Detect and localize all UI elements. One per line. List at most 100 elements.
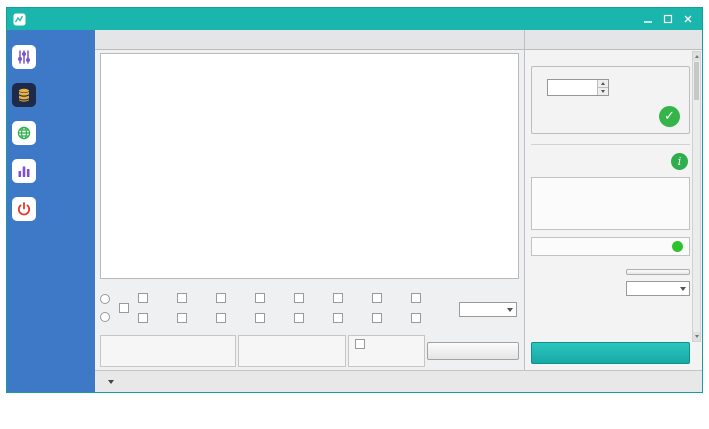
sidebar-item-device-config[interactable] — [7, 38, 95, 76]
app-window: i — [6, 7, 703, 393]
spinner-arrows[interactable] — [597, 80, 608, 95]
current-gain-section: i — [531, 150, 690, 170]
time-tag-box — [348, 335, 425, 367]
checkbox-icon — [372, 313, 382, 323]
divider — [531, 144, 690, 145]
channel-checkbox-rx8-q[interactable] — [411, 313, 448, 323]
title-bar — [7, 8, 702, 30]
info-row — [100, 335, 519, 367]
checkbox-icon — [355, 339, 365, 349]
channel-checkbox-rx5-q[interactable] — [177, 313, 214, 323]
channel-checkbox-rx1-i[interactable] — [138, 293, 175, 303]
scroll-down-icon[interactable] — [693, 332, 700, 341]
radio-icon — [100, 312, 110, 322]
channel-checkbox-rx2-i[interactable] — [216, 293, 253, 303]
scrollbar-thumb[interactable] — [694, 62, 699, 100]
maximize-button[interactable] — [660, 12, 676, 26]
peak-channel-group — [459, 299, 519, 317]
capture-mode-row — [531, 269, 690, 275]
chevron-down-icon[interactable] — [108, 380, 114, 384]
tab-param-settings[interactable] — [527, 42, 545, 49]
sidebar-item-stream-record[interactable] — [7, 76, 95, 114]
checkbox-icon — [333, 293, 343, 303]
metric-peak-frequency — [538, 196, 683, 211]
tab-gain-settings[interactable] — [549, 54, 565, 60]
right-subtabs — [531, 54, 690, 60]
info-icon: i — [671, 153, 688, 170]
bar-chart-icon — [12, 159, 36, 183]
channel-checkbox-rx8-i[interactable] — [372, 313, 409, 323]
radio-freq-domain[interactable] — [100, 312, 113, 322]
channel-checkbox-rx1-q[interactable] — [177, 293, 214, 303]
channel-checkbox-rx5-i[interactable] — [138, 313, 175, 323]
channel-checkbox-rx7-q[interactable] — [333, 313, 370, 323]
capture-mode-button[interactable] — [626, 269, 690, 275]
channel-checkbox-grid — [138, 293, 448, 323]
channel-checkbox-rx2-q[interactable] — [255, 293, 292, 303]
checkbox-icon — [333, 313, 343, 323]
peak-channel-select[interactable] — [459, 302, 517, 317]
sliders-icon — [12, 45, 36, 69]
power-icon — [12, 197, 36, 221]
gain1-spinner[interactable] — [547, 79, 609, 96]
checkbox-icon — [119, 303, 129, 313]
figure-caption — [0, 405, 709, 422]
sidebar-item-playback-transmit[interactable] — [7, 114, 95, 152]
right-tabstrip — [525, 30, 702, 50]
channel-checkbox-rx3-i[interactable] — [294, 293, 331, 303]
domain-radio-group — [100, 294, 113, 322]
sidebar-item-close-window[interactable] — [7, 190, 95, 228]
screenshot-page: i — [0, 0, 709, 429]
tab-stream-status[interactable] — [531, 54, 547, 60]
tab-waterfall-view[interactable] — [117, 42, 137, 49]
channel-checkbox-rx6-i[interactable] — [216, 313, 253, 323]
spinner-up-icon[interactable] — [598, 80, 608, 88]
sidebar — [7, 30, 95, 392]
time-tag-checkbox[interactable] — [355, 339, 418, 349]
channel-checkbox-rx7-i[interactable] — [294, 313, 331, 323]
sample-bits-row — [531, 281, 690, 296]
waveform-chart-card — [100, 53, 519, 279]
chevron-down-icon — [680, 287, 686, 291]
stop-capture-button[interactable] — [531, 342, 690, 364]
checkbox-icon — [372, 293, 382, 303]
checkbox-icon — [216, 293, 226, 303]
checkbox-icon — [411, 293, 421, 303]
right-panel-scrollbar[interactable] — [692, 51, 701, 342]
globe-icon — [12, 121, 36, 145]
channel-checkbox-rx6-q[interactable] — [255, 313, 292, 323]
scroll-up-icon[interactable] — [693, 52, 700, 61]
checkbox-icon — [177, 293, 187, 303]
app-icon — [13, 13, 26, 26]
checkbox-icon — [138, 293, 148, 303]
checkbox-icon — [411, 313, 421, 323]
clock-info-box — [100, 335, 236, 367]
update-checkbox[interactable] — [119, 303, 132, 313]
channel-checkbox-rx4-q[interactable] — [411, 293, 448, 303]
close-button[interactable] — [680, 12, 696, 26]
display-controls — [100, 282, 519, 334]
channel-checkbox-rx3-q[interactable] — [333, 293, 370, 303]
metric-peak-power — [538, 181, 683, 196]
sidebar-item-offline-tools[interactable] — [7, 152, 95, 190]
main-area — [95, 30, 524, 370]
modify-freq-phase-button[interactable] — [427, 342, 519, 360]
radio-time-domain[interactable] — [100, 294, 113, 304]
spectrum-plot[interactable] — [101, 58, 518, 278]
right-panel: i — [524, 30, 702, 370]
status-bar — [95, 370, 702, 392]
amplitude-control-group — [531, 66, 690, 134]
checkbox-icon — [216, 313, 226, 323]
tab-time-freq-view[interactable] — [97, 42, 117, 49]
spinner-down-icon[interactable] — [598, 88, 608, 95]
sample-bits-select[interactable] — [626, 281, 690, 296]
tab-capture-monitor[interactable] — [545, 42, 563, 49]
channel-checkbox-rx4-i[interactable] — [372, 293, 409, 303]
checkbox-icon — [138, 313, 148, 323]
chevron-down-icon — [507, 308, 513, 312]
checkbox-icon — [255, 293, 265, 303]
checkbox-icon — [294, 313, 304, 323]
check-circle-icon — [659, 106, 680, 127]
minimize-button[interactable] — [640, 12, 656, 26]
database-icon — [12, 83, 36, 107]
